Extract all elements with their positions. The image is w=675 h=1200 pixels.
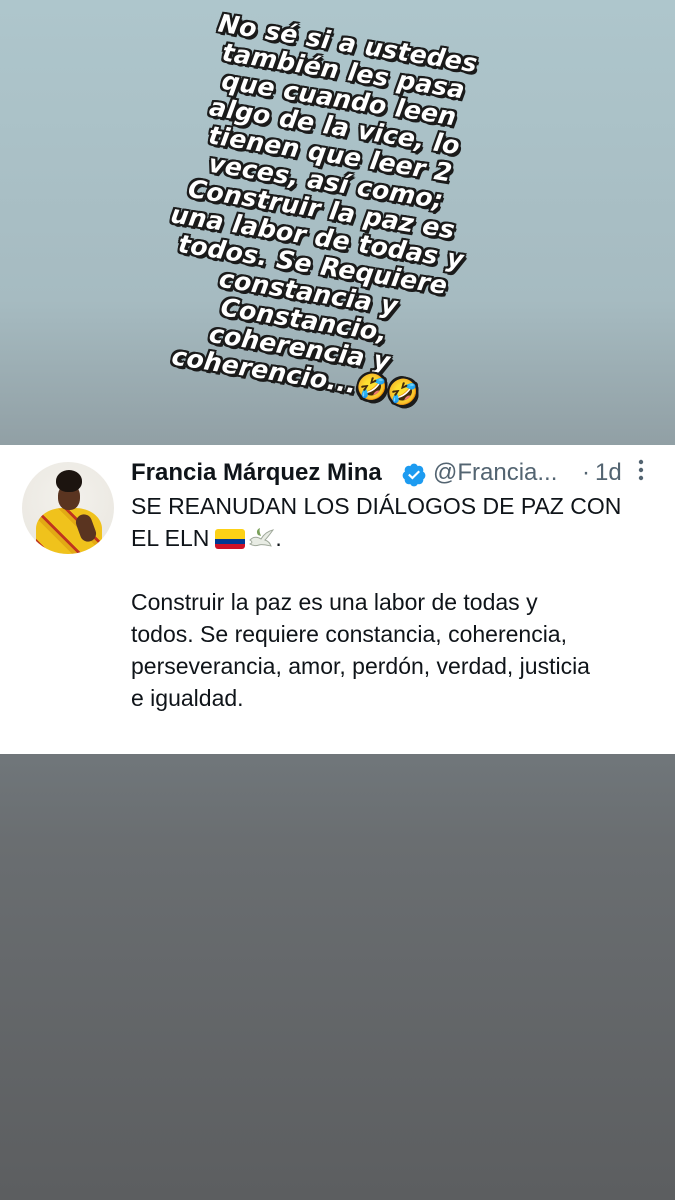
display-name[interactable]: Francia Márquez Mina <box>131 459 382 487</box>
dove-icon <box>249 528 275 547</box>
tweet-line: e igualdad. <box>131 685 244 711</box>
tweet-line: perseverancia, amor, perdón, verdad, jus… <box>131 653 590 679</box>
tweet-header: Francia Márquez Mina @Francia... · 1d <box>131 457 651 493</box>
more-vertical-icon[interactable] <box>636 458 646 482</box>
time-separator: · <box>582 459 590 486</box>
colombia-flag-icon <box>215 529 246 549</box>
tweet-line-text: EL ELN <box>131 525 210 551</box>
tweet-text: SE REANUDAN LOS DIÁLOGOS DE PAZ CON EL E… <box>131 490 661 714</box>
timestamp[interactable]: 1d <box>595 459 622 487</box>
verified-badge-icon <box>402 463 426 487</box>
story-text-overlay: No sé si a ustedes también les pasa que … <box>96 0 548 421</box>
tweet-line-end: . <box>275 525 282 551</box>
avatar-hair-shape <box>56 470 82 492</box>
tweet-line: EL ELN . <box>131 522 661 554</box>
tweet-line: Construir la paz es una labor de todas y <box>131 589 538 615</box>
avatar[interactable] <box>22 462 114 554</box>
tweet-line: SE REANUDAN LOS DIÁLOGOS DE PAZ CON <box>131 493 622 519</box>
handle[interactable]: @Francia... <box>433 459 557 487</box>
tweet-line: todos. Se requiere constancia, coherenci… <box>131 621 567 647</box>
tweet-card[interactable]: Francia Márquez Mina @Francia... · 1d SE… <box>0 445 675 754</box>
